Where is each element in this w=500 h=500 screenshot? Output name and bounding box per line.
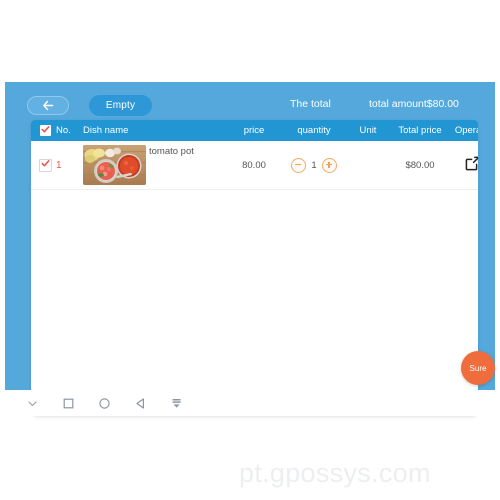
empty-button[interactable]: Empty — [89, 95, 152, 116]
row-operate-cell — [451, 141, 478, 189]
quantity-stepper[interactable]: 1 — [291, 157, 337, 173]
android-nav-bar — [0, 390, 500, 416]
row-select-checkbox[interactable] — [38, 158, 52, 172]
edit-square-icon[interactable] — [465, 156, 478, 174]
row-number-cell: 1 — [56, 141, 78, 189]
row-checkbox-cell — [37, 141, 53, 189]
row-price: 80.00 — [242, 159, 266, 171]
circle-icon[interactable] — [86, 390, 122, 416]
check-icon — [41, 159, 50, 171]
keyboard-hide-icon[interactable] — [158, 390, 194, 416]
food-photo-tomato-pot[interactable] — [83, 145, 146, 185]
square-icon[interactable] — [50, 390, 86, 416]
minus-circle-icon[interactable] — [291, 157, 306, 173]
select-all-checkbox[interactable] — [39, 125, 51, 137]
site-watermark: pt.gpossys.com — [239, 458, 431, 488]
column-header-price: price — [243, 125, 265, 136]
total-amount-value: total amount$80.00 — [369, 98, 459, 110]
row-total-price: $80.00 — [405, 159, 435, 171]
dish-name: tomato pot — [149, 146, 194, 157]
sure-button-label: Sure — [469, 363, 487, 373]
column-header-no: No. — [56, 125, 71, 136]
app-panel: Empty The total total amount$80.00 No. D… — [5, 82, 495, 416]
check-icon — [41, 125, 50, 137]
sure-confirm-button[interactable]: Sure — [461, 351, 495, 385]
row-unit — [347, 141, 389, 189]
back-triangle-icon[interactable] — [122, 390, 158, 416]
order-card: No. Dish name price quantity Unit Total … — [31, 120, 478, 416]
total-label: The total — [290, 98, 331, 110]
arrow-left-icon — [42, 100, 55, 111]
column-header-dish-name: Dish name — [83, 125, 129, 136]
column-header-quantity: quantity — [297, 125, 331, 136]
row-number: 1 — [56, 159, 62, 171]
column-header-total-price: Total price — [398, 125, 442, 136]
select-all-checkbox-cell — [37, 120, 53, 141]
table-header-row: No. Dish name price quantity Unit Total … — [31, 120, 478, 141]
empty-button-label: Empty — [105, 100, 136, 111]
back-button[interactable] — [27, 96, 69, 115]
column-header-operate: Operate — [454, 125, 478, 136]
column-header-unit: Unit — [359, 125, 377, 136]
row-quantity-cell: 1 — [281, 141, 347, 189]
chevron-down-icon[interactable] — [14, 390, 50, 416]
row-dish-cell: tomato pot — [83, 141, 233, 189]
quantity-value: 1 — [311, 159, 317, 171]
action-bar: Empty The total total amount$80.00 — [5, 82, 495, 120]
table-row[interactable]: 1 tomato pot 80.00 1 $80.00 — [31, 141, 478, 190]
plus-circle-icon[interactable] — [322, 157, 337, 173]
